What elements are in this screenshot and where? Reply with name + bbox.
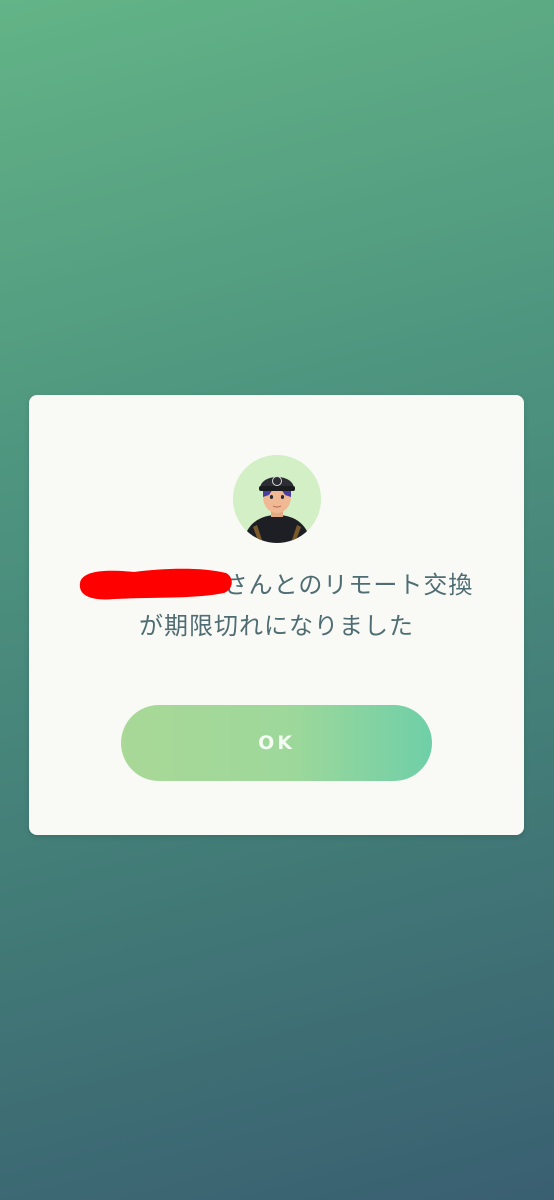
message-line-1: さんとのリモート交換 [29,565,524,606]
message-line-2: が期限切れになりました [139,612,414,640]
redacted-trainer-name [79,568,232,600]
redaction-scribble-icon [79,568,232,600]
remote-trade-expired-dialog: さんとのリモート交換 が期限切れになりました OK [29,395,524,835]
message-line-1-text: さんとのリモート交換 [223,571,474,599]
ok-button[interactable]: OK [121,705,432,781]
trainer-avatar [233,455,321,543]
trade-expired-message: さんとのリモート交換 が期限切れになりました [29,565,524,647]
trainer-avatar-icon [233,455,321,543]
